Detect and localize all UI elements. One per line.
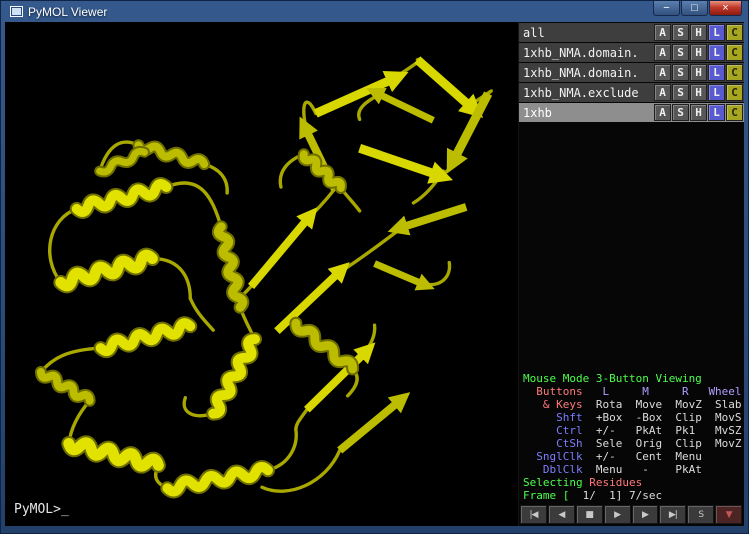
- l-menu-button[interactable]: L: [708, 84, 725, 101]
- mouse-panel-text: Ctrl: [523, 424, 583, 437]
- h-menu-button[interactable]: H: [690, 24, 707, 41]
- s-menu-button[interactable]: S: [672, 104, 689, 121]
- mouse-panel-text: Menu - PkAt: [583, 463, 702, 476]
- stop-button[interactable]: ■: [576, 505, 603, 524]
- c-menu-button[interactable]: C: [726, 64, 743, 81]
- l-menu-button[interactable]: L: [708, 104, 725, 121]
- pymol-window: PyMOL Viewer − □ × PyMOL>_ allASHLC1xhb_…: [0, 0, 749, 534]
- mouse-buttons-header: Buttons L M R Wheel: [523, 385, 740, 398]
- object-label[interactable]: 1xhb_NMA.domain.: [519, 66, 654, 80]
- mouse-panel-text: Buttons: [523, 385, 583, 398]
- app-icon: [10, 6, 23, 17]
- minimize-button[interactable]: −: [653, 1, 680, 16]
- object-row-1xhb_NMA.domain.[interactable]: 1xhb_NMA.domain.ASHLC: [519, 63, 744, 82]
- object-panel: allASHLC1xhb_NMA.domain.ASHLC1xhb_NMA.do…: [519, 22, 744, 123]
- mouse-panel-text: L M R Wheel: [583, 385, 742, 398]
- h-menu-button[interactable]: H: [690, 64, 707, 81]
- s-menu-button[interactable]: S: [672, 24, 689, 41]
- step-forward-button[interactable]: ▶: [632, 505, 659, 524]
- forward-to-end-button[interactable]: ▶|: [659, 505, 686, 524]
- sidebar: allASHLC1xhb_NMA.domain.ASHLC1xhb_NMA.do…: [518, 22, 744, 526]
- rewind-to-start-button[interactable]: |◀: [520, 505, 547, 524]
- mouse-panel-text: Mouse Mode 3-Button Viewing: [523, 372, 702, 385]
- mouse-panel-text: Residues: [589, 476, 642, 489]
- mouse-panel-text: Rota Move MovZ Slab: [583, 398, 742, 411]
- l-menu-button[interactable]: L: [708, 44, 725, 61]
- mouse-mode-line[interactable]: Mouse Mode 3-Button Viewing: [523, 372, 740, 385]
- mouse-panel-text: +/- PkAt Pk1 MvSZ: [583, 424, 742, 437]
- mouse-keys-row: & Keys Rota Move MovZ Slab: [523, 398, 740, 411]
- l-menu-button[interactable]: L: [708, 24, 725, 41]
- selecting-mode-line[interactable]: Selecting Residues: [523, 476, 740, 489]
- a-menu-button[interactable]: A: [654, 24, 671, 41]
- h-menu-button[interactable]: H: [690, 104, 707, 121]
- window-content: PyMOL>_ allASHLC1xhb_NMA.domain.ASHLC1xh…: [5, 22, 744, 526]
- step-back-button[interactable]: ◀: [548, 505, 575, 524]
- object-label[interactable]: 1xhb_NMA.domain.: [519, 46, 654, 60]
- object-row-all[interactable]: allASHLC: [519, 23, 744, 42]
- mouse-panel-text: DblClk: [523, 463, 583, 476]
- mouse-panel-text: Shft: [523, 411, 583, 424]
- c-menu-button[interactable]: C: [726, 24, 743, 41]
- h-menu-button[interactable]: H: [690, 44, 707, 61]
- s-menu-button[interactable]: S: [672, 84, 689, 101]
- object-label[interactable]: 1xhb_NMA.exclude: [519, 86, 654, 100]
- s-menu-button[interactable]: S: [672, 44, 689, 61]
- c-menu-button[interactable]: C: [726, 84, 743, 101]
- s-menu-button[interactable]: S: [672, 64, 689, 81]
- object-row-1xhb[interactable]: 1xhbASHLC: [519, 103, 744, 122]
- command-prompt[interactable]: PyMOL>_: [14, 502, 69, 517]
- a-menu-button[interactable]: A: [654, 64, 671, 81]
- window-controls: − □ ×: [652, 1, 742, 16]
- mouse-shift-row: Shft +Box -Box Clip MovS: [523, 411, 740, 424]
- object-label[interactable]: all: [519, 26, 654, 40]
- c-menu-button[interactable]: C: [726, 44, 743, 61]
- a-menu-button[interactable]: A: [654, 44, 671, 61]
- mouse-panel-text: 1/ 1] 7/sec: [569, 489, 662, 502]
- play-button[interactable]: ▶: [604, 505, 631, 524]
- scene-s-button[interactable]: S: [687, 505, 714, 524]
- mouse-panel-text: & Keys: [523, 398, 583, 411]
- mouse-panel-text: +Box -Box Clip MovS: [583, 411, 742, 424]
- title-bar[interactable]: PyMOL Viewer − □ ×: [5, 1, 744, 22]
- mouse-panel-text: Selecting: [523, 476, 589, 489]
- mouse-panel-text: SnglClk: [523, 450, 583, 463]
- object-row-1xhb_NMA.exclude[interactable]: 1xhb_NMA.excludeASHLC: [519, 83, 744, 102]
- sidebar-spacer: [519, 123, 744, 369]
- window-title: PyMOL Viewer: [28, 5, 107, 19]
- movie-menu-button[interactable]: ▼: [715, 505, 742, 524]
- viewport-3d[interactable]: PyMOL>_: [5, 22, 518, 526]
- mouse-panel-text: Sele Orig Clip MovZ: [583, 437, 742, 450]
- mouse-snglclk-row: SnglClk +/- Cent Menu: [523, 450, 740, 463]
- mouse-panel-text: Frame [: [523, 489, 569, 502]
- h-menu-button[interactable]: H: [690, 84, 707, 101]
- maximize-button[interactable]: □: [681, 1, 708, 16]
- mouse-panel: Mouse Mode 3-Button Viewing Buttons L M …: [519, 369, 744, 504]
- mouse-ctrl-row: Ctrl +/- PkAt Pk1 MvSZ: [523, 424, 740, 437]
- c-menu-button[interactable]: C: [726, 104, 743, 121]
- mouse-panel-text: +/- Cent Menu: [583, 450, 702, 463]
- a-menu-button[interactable]: A: [654, 104, 671, 121]
- object-label[interactable]: 1xhb: [519, 106, 654, 120]
- movie-controls: |◀◀■▶▶▶|S▼: [519, 504, 744, 526]
- l-menu-button[interactable]: L: [708, 64, 725, 81]
- protein-cartoon: [5, 22, 518, 526]
- a-menu-button[interactable]: A: [654, 84, 671, 101]
- mouse-panel-text: CtSh: [523, 437, 583, 450]
- mouse-ctsh-row: CtSh Sele Orig Clip MovZ: [523, 437, 740, 450]
- object-row-1xhb_NMA.domain.[interactable]: 1xhb_NMA.domain.ASHLC: [519, 43, 744, 62]
- frame-counter-line: Frame [ 1/ 1] 7/sec: [523, 489, 740, 502]
- mouse-dblclk-row: DblClk Menu - PkAt: [523, 463, 740, 476]
- close-button[interactable]: ×: [709, 1, 742, 16]
